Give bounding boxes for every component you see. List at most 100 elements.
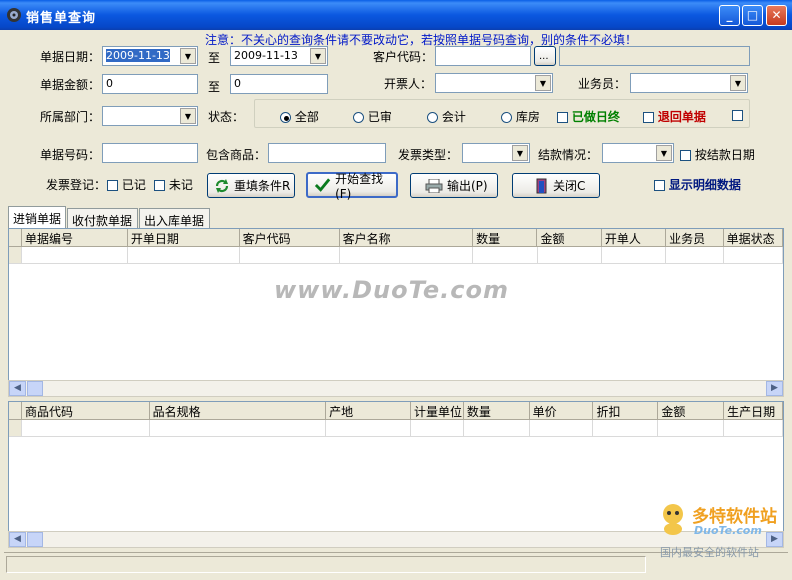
invoicer-select[interactable]: ▼ bbox=[435, 73, 553, 93]
customer-code-input[interactable] bbox=[435, 46, 531, 66]
logo-url: DuoTe.com bbox=[694, 524, 762, 537]
column-header[interactable]: 客户名称 bbox=[340, 229, 474, 246]
column-header[interactable]: 单据状态 bbox=[724, 229, 783, 246]
date-from-picker[interactable]: 2009-11-13 ▼ bbox=[102, 46, 198, 66]
column-header[interactable]: 数量 bbox=[473, 229, 538, 246]
column-header[interactable]: 开单日期 bbox=[128, 229, 240, 246]
minimize-button[interactable]: _ bbox=[719, 5, 740, 26]
export-button[interactable]: 输出(P) bbox=[410, 173, 498, 198]
scroll-thumb[interactable] bbox=[27, 532, 43, 547]
chevron-down-icon[interactable]: ▼ bbox=[180, 48, 196, 64]
status-radio-warehouse[interactable]: 库房 bbox=[501, 108, 540, 125]
close-window-button[interactable]: ✕ bbox=[766, 5, 787, 26]
chevron-down-icon[interactable]: ▼ bbox=[730, 75, 746, 91]
customer-lookup-button[interactable]: ... bbox=[534, 46, 556, 66]
column-header[interactable]: 商品代码 bbox=[22, 402, 150, 419]
title-bar: 销售单查询 _ □ ✕ bbox=[0, 0, 792, 30]
tab-payment-docs[interactable]: 收付款单据 bbox=[67, 208, 138, 228]
checkbox-icon[interactable] bbox=[154, 180, 165, 191]
search-button[interactable]: 开始查找(F) bbox=[306, 172, 398, 201]
scroll-left-icon[interactable]: ◀ bbox=[9, 381, 26, 396]
chevron-down-icon[interactable]: ▼ bbox=[512, 145, 528, 161]
upper-horizontal-scrollbar[interactable]: ◀ ▶ bbox=[8, 380, 784, 397]
status-radio-audited[interactable]: 已审 bbox=[353, 108, 392, 125]
chevron-down-icon[interactable]: ▼ bbox=[180, 108, 196, 124]
maximize-button[interactable]: □ bbox=[742, 5, 763, 26]
radio-icon[interactable] bbox=[280, 112, 291, 123]
day-end-checkbox[interactable]: 已做日终 bbox=[557, 108, 620, 125]
column-header[interactable]: 开单人 bbox=[602, 229, 667, 246]
radio-icon[interactable] bbox=[427, 112, 438, 123]
unregistered-checkbox[interactable]: 未记 bbox=[154, 176, 193, 193]
checkbox-icon[interactable] bbox=[654, 180, 665, 191]
chevron-down-icon[interactable]: ▼ bbox=[656, 145, 672, 161]
column-header[interactable]: 计量单位 bbox=[411, 402, 464, 419]
checkbox-icon[interactable] bbox=[107, 180, 118, 191]
status-label: 状态： bbox=[208, 110, 245, 124]
status-radio-all[interactable]: 全部 bbox=[280, 108, 319, 125]
doc-no-input[interactable] bbox=[102, 143, 198, 163]
dept-select[interactable]: ▼ bbox=[102, 106, 198, 126]
upper-grid-header: 单据编号 开单日期 客户代码 客户名称 数量 金额 开单人 业务员 单据状态 bbox=[9, 229, 783, 247]
column-header[interactable]: 业务员 bbox=[666, 229, 724, 246]
checkbox-icon[interactable] bbox=[680, 150, 691, 161]
printer-icon bbox=[425, 178, 443, 193]
returned-extra-checkbox[interactable] bbox=[732, 110, 743, 121]
dept-label: 所属部门： bbox=[40, 110, 101, 124]
watermark-text: www.DuoTe.com bbox=[274, 276, 509, 304]
exit-door-icon bbox=[536, 178, 547, 193]
column-header[interactable]: 品名规格 bbox=[150, 402, 327, 419]
invoice-type-select[interactable]: ▼ bbox=[462, 143, 530, 163]
column-header[interactable]: 生产日期 bbox=[724, 402, 783, 419]
logo-slogan: 国内最安全的软件站 bbox=[660, 546, 759, 559]
column-header[interactable]: 单据编号 bbox=[22, 229, 128, 246]
date-to-label: 至 bbox=[208, 51, 221, 65]
date-label: 单据日期： bbox=[40, 50, 101, 64]
chevron-down-icon[interactable]: ▼ bbox=[310, 48, 326, 64]
checkbox-icon[interactable] bbox=[557, 112, 568, 123]
refresh-icon bbox=[215, 178, 229, 193]
scroll-right-icon[interactable]: ▶ bbox=[766, 381, 783, 396]
site-logo: 多特软件站 DuoTe.com 国内最安全的软件站 bbox=[658, 500, 788, 560]
checkmark-icon bbox=[314, 178, 331, 192]
salesman-select[interactable]: ▼ bbox=[630, 73, 748, 93]
scroll-left-icon[interactable]: ◀ bbox=[9, 532, 26, 547]
salesman-label: 业务员： bbox=[578, 77, 627, 91]
date-to-picker[interactable]: 2009-11-13 ▼ bbox=[230, 46, 328, 66]
radio-icon[interactable] bbox=[353, 112, 364, 123]
scroll-thumb[interactable] bbox=[27, 381, 43, 396]
table-row[interactable] bbox=[9, 420, 783, 437]
by-settle-date-checkbox[interactable]: 按结款日期 bbox=[680, 146, 755, 163]
column-header[interactable]: 数量 bbox=[464, 402, 530, 419]
amount-from-input[interactable]: 0 bbox=[102, 74, 198, 94]
close-button[interactable]: 关闭C bbox=[512, 173, 600, 198]
show-detail-checkbox[interactable]: 显示明细数据 bbox=[654, 176, 741, 193]
tab-stock-docs[interactable]: 出入库单据 bbox=[139, 208, 210, 228]
invoice-reg-label: 发票登记： bbox=[46, 178, 107, 192]
column-header[interactable]: 金额 bbox=[537, 229, 602, 246]
column-header[interactable]: 单价 bbox=[530, 402, 594, 419]
contains-goods-input[interactable] bbox=[268, 143, 386, 163]
customer-code-label: 客户代码： bbox=[373, 50, 434, 64]
reset-button[interactable]: 重填条件R bbox=[207, 173, 295, 198]
chevron-down-icon[interactable]: ▼ bbox=[535, 75, 551, 91]
amount-to-input[interactable]: 0 bbox=[230, 74, 328, 94]
registered-checkbox[interactable]: 已记 bbox=[107, 176, 146, 193]
column-header[interactable]: 金额 bbox=[658, 402, 725, 419]
table-row[interactable] bbox=[9, 247, 783, 264]
column-header[interactable]: 客户代码 bbox=[240, 229, 340, 246]
amount-to-label: 至 bbox=[208, 80, 221, 94]
column-header[interactable]: 产地 bbox=[326, 402, 411, 419]
column-header[interactable]: 折扣 bbox=[593, 402, 659, 419]
upper-grid[interactable]: 单据编号 开单日期 客户代码 客户名称 数量 金额 开单人 业务员 单据状态 bbox=[8, 228, 784, 397]
returned-checkbox[interactable]: 退回单据 bbox=[643, 108, 706, 125]
tab-sales-docs[interactable]: 进销单据 bbox=[8, 206, 66, 228]
status-radio-accounting[interactable]: 会计 bbox=[427, 108, 466, 125]
checkbox-icon[interactable] bbox=[643, 112, 654, 123]
lower-grid-header: 商品代码 品名规格 产地 计量单位 数量 单价 折扣 金额 生产日期 bbox=[9, 402, 783, 420]
app-icon bbox=[7, 8, 21, 22]
radio-icon[interactable] bbox=[501, 112, 512, 123]
invoicer-label: 开票人： bbox=[384, 77, 433, 91]
doc-no-label: 单据号码： bbox=[40, 148, 101, 162]
settlement-select[interactable]: ▼ bbox=[602, 143, 674, 163]
